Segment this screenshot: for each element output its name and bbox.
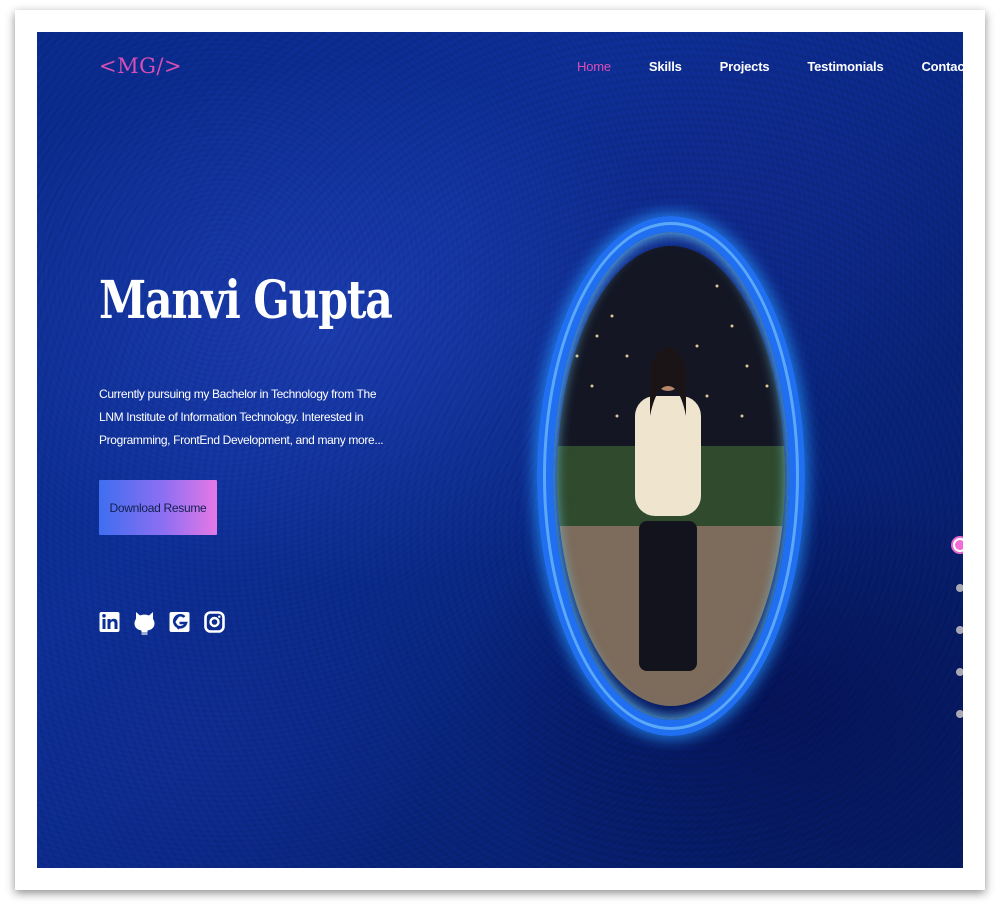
- hero-description: Currently pursuing my Bachelor in Techno…: [99, 387, 384, 447]
- main-nav: Home Skills Projects Testimonials Contac…: [577, 59, 963, 74]
- nav-testimonials[interactable]: Testimonials: [807, 59, 883, 74]
- nav-skills[interactable]: Skills: [649, 59, 682, 74]
- section-dot-3[interactable]: [956, 626, 963, 634]
- nav-home[interactable]: Home: [577, 59, 611, 74]
- geeksforgeeks-icon[interactable]: [169, 605, 190, 639]
- instagram-icon[interactable]: [204, 605, 225, 639]
- linkedin-icon[interactable]: [99, 605, 120, 639]
- profile-portrait: [537, 216, 805, 736]
- section-dot-4[interactable]: [956, 668, 963, 676]
- section-dot-1[interactable]: [953, 538, 963, 552]
- download-resume-button[interactable]: Download Resume: [99, 480, 217, 535]
- hero-name: Manvi Gupta: [99, 270, 393, 331]
- section-indicator: [953, 538, 963, 752]
- section-dot-2[interactable]: [956, 584, 963, 592]
- hero-section: <MG/> Home Skills Projects Testimonials …: [37, 32, 963, 868]
- github-icon[interactable]: [134, 605, 155, 639]
- logo[interactable]: <MG/>: [99, 54, 182, 78]
- section-dot-5[interactable]: [956, 710, 963, 718]
- nav-projects[interactable]: Projects: [720, 59, 770, 74]
- nav-contact[interactable]: Contact: [921, 59, 963, 74]
- social-links: [99, 605, 239, 639]
- glowing-ring-frame: [537, 216, 805, 736]
